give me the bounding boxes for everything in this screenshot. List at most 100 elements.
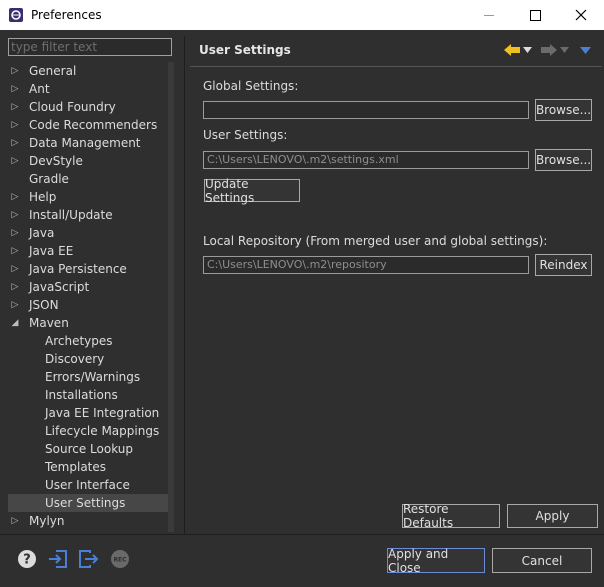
tree-item[interactable]: Source Lookup [8,440,168,458]
tree-item[interactable]: ▷ Java Persistence [8,260,168,278]
tree-item[interactable]: User Interface [8,476,168,494]
tree-item[interactable]: ▷ Ant [8,80,168,98]
tree-item[interactable]: Lifecycle Mappings [8,422,168,440]
tree-item-label: General [29,64,77,78]
collapsed-arrow-icon[interactable]: ▷ [10,224,20,242]
user-settings-label: User Settings: [203,128,288,142]
minimize-button[interactable] [466,0,512,30]
collapsed-arrow-icon[interactable]: ▷ [10,206,20,224]
tree-item[interactable]: Discovery [8,350,168,368]
tree-item[interactable]: Archetypes [8,332,168,350]
close-icon [575,9,587,21]
tree-item-label: Discovery [45,352,105,366]
global-settings-label: Global Settings: [203,79,299,93]
collapsed-arrow-icon[interactable]: ▷ [10,188,20,206]
restore-defaults-button[interactable]: Restore Defaults [402,502,500,530]
export-icon[interactable] [77,548,99,570]
help-icon[interactable]: ? [16,548,38,570]
filter-box[interactable] [8,38,172,56]
minimize-icon [484,14,494,16]
tree-item[interactable]: ▷ Java [8,224,168,242]
maximize-icon [529,9,541,21]
forward-arrow-icon [541,44,557,56]
tree-item-label: JavaScript [29,280,90,294]
svg-text:REC: REC [113,557,127,564]
tree-item-label: Cloud Foundry [29,100,116,114]
tree-item[interactable]: Java EE Integration [8,404,168,422]
tree-item-label: Ant [29,82,50,96]
collapsed-arrow-icon[interactable]: ▷ [10,242,20,260]
page-title: User Settings [199,43,291,57]
title-bar: Preferences [0,0,604,30]
forward-button[interactable] [540,40,569,60]
eclipse-app-icon [9,8,23,22]
collapsed-arrow-icon[interactable]: ▷ [10,278,20,296]
tree-item[interactable]: ▷ General [8,62,168,80]
tree-item[interactable]: ▷ Java EE [8,242,168,260]
tree-item[interactable]: ▷ JavaScript [8,278,168,296]
tree-item-label: Data Management [29,136,141,150]
tree-item[interactable]: Installations [8,386,168,404]
tree-item[interactable]: ▷ Help [8,188,168,206]
view-menu-button[interactable] [580,40,591,60]
local-repo-label: Local Repository (From merged user and g… [203,234,548,248]
tree-item-label: DevStyle [29,154,83,168]
browse-global-button[interactable]: Browse... [535,99,592,121]
tree-item-label: Archetypes [45,334,113,348]
collapsed-arrow-icon[interactable]: ▷ [10,296,20,314]
collapsed-arrow-icon[interactable]: ▷ [10,260,20,278]
cancel-button[interactable]: Cancel [492,548,592,573]
global-settings-field[interactable] [203,101,529,119]
filter-input[interactable] [11,40,169,54]
collapsed-arrow-icon[interactable]: ▷ [10,134,20,152]
footer-separator [0,534,604,535]
expanded-arrow-icon[interactable]: ◢ [10,314,20,332]
tree-item-label: Help [29,190,57,204]
collapsed-arrow-icon[interactable]: ▷ [10,116,20,134]
tree-scrollbar[interactable] [168,62,174,532]
tree-item[interactable]: Errors/Warnings [8,368,168,386]
tree-item[interactable]: Templates [8,458,168,476]
collapsed-arrow-icon[interactable]: ▷ [10,62,20,80]
view-menu-icon [580,46,591,54]
tree-item-label: Source Lookup [45,442,133,456]
browse-user-button[interactable]: Browse... [535,149,592,171]
update-settings-button[interactable]: Update Settings [204,177,300,205]
tree-item-label: Install/Update [29,208,113,222]
reindex-button[interactable]: Reindex [535,254,592,276]
tree-item[interactable]: ▷ Data Management [8,134,168,152]
apply-button[interactable]: Apply [507,504,598,528]
record-icon[interactable]: REC [109,548,131,570]
tree-item[interactable]: Gradle [8,170,168,188]
tree-item[interactable]: User Settings [8,494,168,512]
chevron-down-icon [523,47,532,53]
tree-item-label: Maven [29,316,69,330]
tree-item[interactable]: ◢ Maven [8,314,168,332]
tree-item[interactable]: ▷ Cloud Foundry [8,98,168,116]
tree-item[interactable]: ▷ Install/Update [8,206,168,224]
close-button[interactable] [558,0,604,30]
back-button[interactable] [503,40,532,60]
tree-item[interactable]: ▷ DevStyle [8,152,168,170]
local-repo-field[interactable]: C:\Users\LENOVO\.m2\repository [203,256,529,274]
maximize-button[interactable] [512,0,558,30]
collapsed-arrow-icon[interactable]: ▷ [10,80,20,98]
tree-item[interactable]: ▷ Mylyn [8,512,168,530]
import-icon[interactable] [47,548,69,570]
tree-item[interactable]: ▷ Code Recommenders [8,116,168,134]
back-arrow-icon [504,44,520,56]
user-settings-field[interactable]: C:\Users\LENOVO\.m2\settings.xml [203,151,529,169]
collapsed-arrow-icon[interactable]: ▷ [10,512,20,530]
apply-and-close-button[interactable]: Apply and Close [387,547,485,575]
tree-item-label: Code Recommenders [29,118,158,132]
preference-tree[interactable]: ▷ General ▷ Ant ▷ Cloud Foundry ▷ Code Recommen… [8,62,174,532]
tree-item-label: JSON [29,298,59,312]
tree-item[interactable]: ▷ JSON [8,296,168,314]
collapsed-arrow-icon[interactable]: ▷ [10,152,20,170]
collapsed-arrow-icon[interactable]: ▷ [10,98,20,116]
tree-item-label: Gradle [29,172,69,186]
pane-divider[interactable] [184,36,185,534]
tree-item-label: Mylyn [29,514,65,528]
user-settings-value: C:\Users\LENOVO\.m2\settings.xml [207,153,399,166]
window-title: Preferences [31,8,102,22]
